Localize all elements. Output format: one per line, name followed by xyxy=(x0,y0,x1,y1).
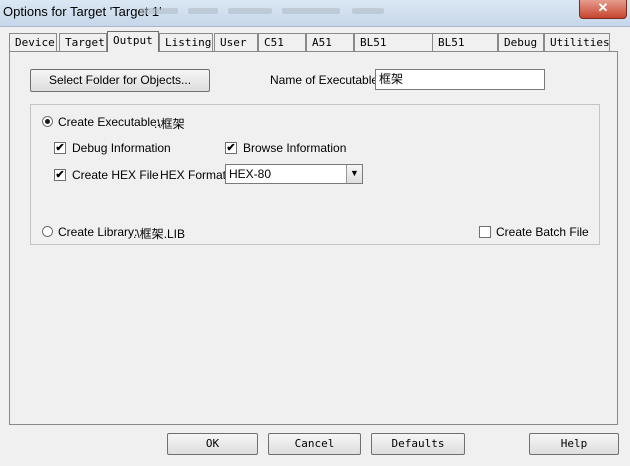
background-menu-ghost xyxy=(352,8,384,14)
chevron-down-icon[interactable]: ▼ xyxy=(346,165,362,183)
background-menu-ghost xyxy=(282,8,340,14)
debug-information-label: Debug Information xyxy=(72,141,171,155)
check-icon: ✔ xyxy=(55,142,65,154)
select-folder-button[interactable]: Select Folder for Objects... xyxy=(30,69,210,92)
tab-bl51-misc[interactable]: BL51 Misc xyxy=(432,33,498,67)
background-menu-ghost xyxy=(188,8,218,14)
create-executable-path: .\框架 xyxy=(154,117,185,131)
tab-user[interactable]: User xyxy=(214,33,258,51)
create-batch-file-label: Create Batch File xyxy=(496,225,589,239)
tab-a51[interactable]: A51 xyxy=(306,33,354,51)
background-menu-ghost xyxy=(140,8,178,14)
tab-debug[interactable]: Debug xyxy=(498,33,544,51)
create-library-label: Create Library: xyxy=(58,225,138,239)
title-bar: Options for Target 'Target 1' ✕ xyxy=(0,0,630,27)
cancel-button[interactable]: Cancel xyxy=(268,433,361,455)
tab-listing[interactable]: Listing xyxy=(159,33,213,51)
tab-utilities[interactable]: Utilities xyxy=(544,33,610,51)
window-title: Options for Target 'Target 1' xyxy=(3,4,162,19)
create-hex-file-checkbox[interactable]: ✔ xyxy=(54,169,66,181)
help-button[interactable]: Help xyxy=(529,433,619,455)
ok-button[interactable]: OK xyxy=(167,433,258,455)
browse-information-label: Browse Information xyxy=(243,141,347,155)
tab-output[interactable]: Output xyxy=(107,31,159,52)
tab-target[interactable]: Target xyxy=(59,33,107,51)
close-button[interactable]: ✕ xyxy=(579,0,627,19)
background-menu-ghost xyxy=(228,8,272,14)
hex-format-label: HEX Format: xyxy=(160,168,230,182)
tab-c51[interactable]: C51 xyxy=(258,33,306,51)
create-library-path: .\框架.LIB xyxy=(133,227,186,241)
create-executable-radio[interactable] xyxy=(42,116,53,127)
tab-bl51-locate[interactable]: BL51 Locate xyxy=(354,33,433,67)
browse-information-checkbox[interactable]: ✔ xyxy=(225,142,237,154)
create-library-radio[interactable] xyxy=(42,226,53,237)
create-executable-label: Create Executable: xyxy=(58,115,161,129)
tab-device[interactable]: Device xyxy=(9,33,57,51)
name-of-executable-input[interactable]: 框架 xyxy=(375,69,545,90)
close-icon: ✕ xyxy=(597,0,609,15)
check-icon: ✔ xyxy=(55,169,65,181)
create-hex-file-label: Create HEX File xyxy=(72,168,159,182)
hex-format-select[interactable]: HEX-80 ▼ xyxy=(225,164,363,184)
debug-information-checkbox[interactable]: ✔ xyxy=(54,142,66,154)
defaults-button[interactable]: Defaults xyxy=(371,433,465,455)
create-batch-file-checkbox[interactable] xyxy=(479,226,491,238)
check-icon: ✔ xyxy=(226,142,236,154)
hex-format-value: HEX-80 xyxy=(229,167,272,181)
name-of-executable-label: Name of Executable: xyxy=(270,73,382,87)
